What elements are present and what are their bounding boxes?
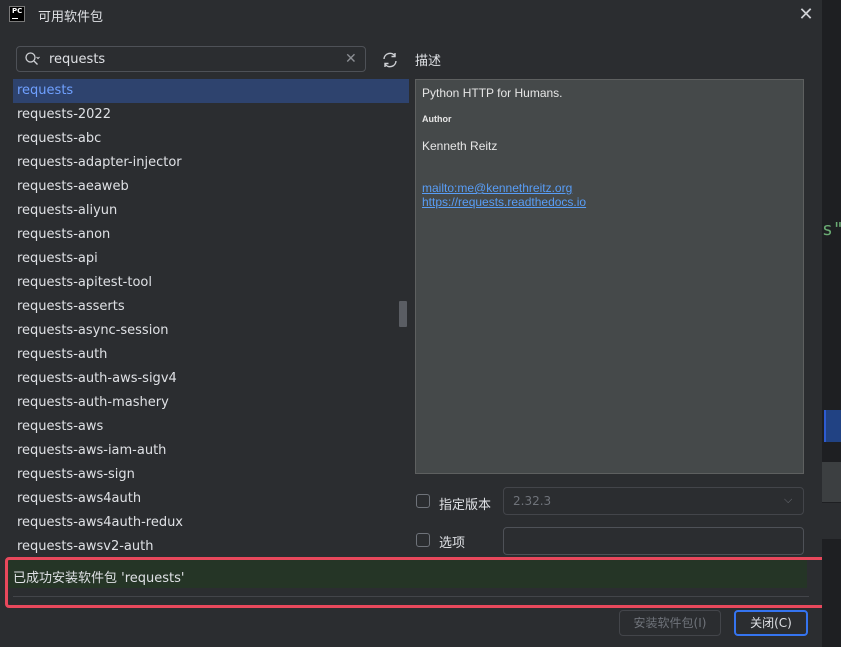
available-packages-dialog: PC 可用软件包 ✕ ✕ requestsrequests-2022reques… (0, 0, 827, 647)
package-list-item[interactable]: requests-aws-iam-auth (13, 439, 409, 463)
package-list-item[interactable]: requests-aws-sign (13, 463, 409, 487)
package-list-item[interactable]: requests-adapter-injector (13, 151, 409, 175)
package-list-item[interactable]: requests-aws (13, 415, 409, 439)
options-input[interactable] (503, 527, 804, 555)
email-link[interactable]: mailto:me@kennethreitz.org (422, 181, 572, 195)
package-list-item[interactable]: requests-auth-mashery (13, 391, 409, 415)
package-search-field[interactable]: ✕ (16, 46, 366, 72)
background-selection-block (824, 410, 841, 442)
background-panel-block-2 (822, 503, 841, 539)
refresh-icon[interactable] (380, 50, 400, 70)
description-label: 描述 (415, 54, 442, 69)
background-panel-block (822, 462, 841, 502)
install-package-button[interactable]: 安装软件包(I) (619, 610, 721, 636)
close-button[interactable]: 关闭(C) (734, 610, 808, 636)
app-icon-text: PC (12, 7, 23, 15)
package-list-item[interactable]: requests-asserts (13, 295, 409, 319)
author-name: Kenneth Reitz (422, 139, 498, 153)
title-bar: PC 可用软件包 ✕ (0, 0, 822, 32)
version-value: 2.32.3 (513, 494, 552, 508)
package-list-item[interactable]: requests-async-session (13, 319, 409, 343)
package-list-scrollbar[interactable] (399, 301, 407, 327)
annotation-highlight-box (5, 557, 827, 608)
specify-version-label: 指定版本 (439, 498, 492, 513)
clear-search-icon[interactable]: ✕ (345, 50, 357, 68)
package-list-item[interactable]: requests-aws4auth-redux (13, 511, 409, 535)
background-code-fragment: s" (822, 219, 841, 240)
package-list-item[interactable]: requests-awsv2-auth (13, 535, 409, 559)
package-list-item[interactable]: requests-api (13, 247, 409, 271)
dialog-title: 可用软件包 (38, 10, 104, 25)
author-heading: Author (422, 114, 452, 124)
package-list-item[interactable]: requests-abc (13, 127, 409, 151)
search-input[interactable] (49, 50, 339, 68)
docs-link[interactable]: https://requests.readthedocs.io (422, 195, 586, 209)
package-list[interactable]: requests requests-2022 requests-abc request… (13, 79, 409, 559)
package-list-item[interactable]: requests-aliyun (13, 199, 409, 223)
package-list-item[interactable]: requests-aws4auth (13, 487, 409, 511)
close-icon[interactable]: ✕ (797, 6, 815, 24)
search-icon (25, 52, 40, 65)
description-panel: Python HTTP for Humans. Author Kenneth R… (415, 79, 804, 474)
pycharm-app-icon: PC (9, 6, 25, 22)
options-checkbox[interactable] (416, 533, 430, 547)
package-list-item[interactable]: requests-anon (13, 223, 409, 247)
version-select[interactable]: 2.32.3 ⌵ (503, 487, 804, 515)
specify-version-checkbox[interactable] (416, 494, 430, 508)
package-list-item[interactable]: requests-auth-aws-sigv4 (13, 367, 409, 391)
background-editor-strip: s" (822, 0, 841, 647)
package-list-item[interactable]: requests-apitest-tool (13, 271, 409, 295)
package-list-item[interactable]: requests (13, 79, 409, 103)
package-list-item[interactable]: requests-aeaweb (13, 175, 409, 199)
package-list-item[interactable]: requests-auth (13, 343, 409, 367)
chevron-down-icon: ⌵ (784, 493, 793, 506)
package-list-item[interactable]: requests-2022 (13, 103, 409, 127)
package-summary: Python HTTP for Humans. (422, 86, 563, 100)
options-label: 选项 (439, 536, 466, 551)
